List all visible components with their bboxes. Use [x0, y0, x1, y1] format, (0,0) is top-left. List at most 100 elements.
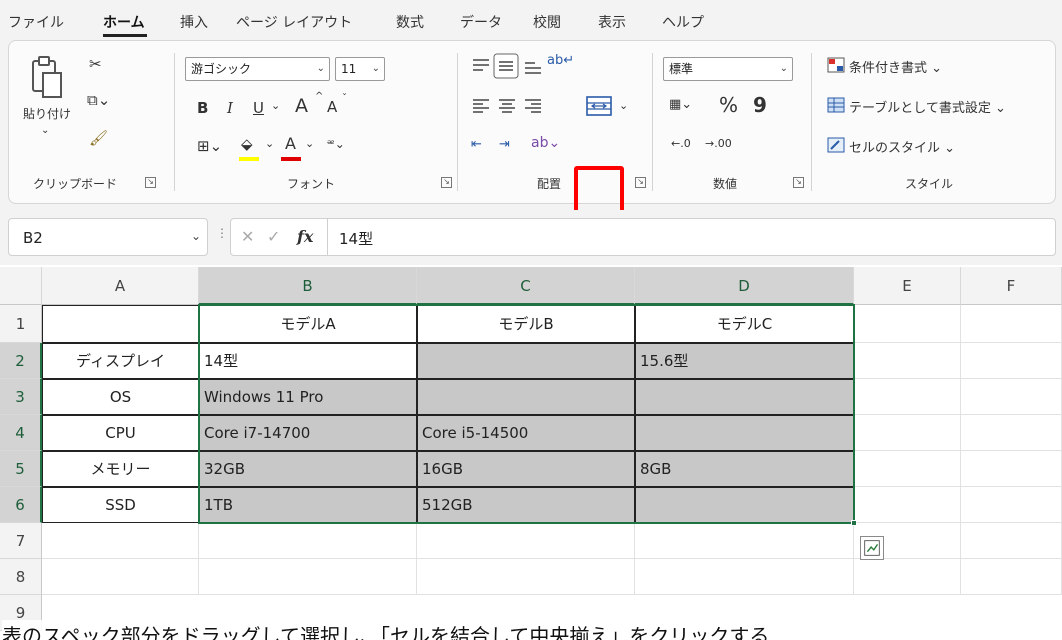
row-header-3[interactable]: 3 — [0, 379, 42, 415]
tab-file[interactable]: ファイル — [8, 12, 64, 32]
cell-d5[interactable]: 8GB — [635, 451, 854, 487]
row-header-6[interactable]: 6 — [0, 487, 42, 523]
font-size-select[interactable]: 11 ⌄ — [335, 57, 385, 81]
cell-f4[interactable] — [961, 415, 1062, 451]
insert-function-button[interactable]: fx — [297, 227, 313, 246]
paste-dropdown-icon[interactable]: ⌄ — [41, 125, 49, 136]
cell-c8[interactable] — [417, 559, 635, 595]
format-as-table-button[interactable]: テーブルとして書式設定 ⌄ — [849, 97, 1006, 116]
bold-button[interactable]: B — [197, 99, 208, 117]
tab-review[interactable]: 校閲 — [533, 12, 561, 32]
cell-b6[interactable]: 1TB — [199, 487, 417, 523]
column-header-c[interactable]: C — [417, 267, 635, 305]
tab-view[interactable]: 表示 — [598, 12, 626, 32]
percent-button[interactable]: % — [719, 93, 738, 117]
tab-home[interactable]: ホーム — [103, 12, 145, 32]
cell-b1[interactable]: モデルA — [199, 305, 417, 343]
cell-a8[interactable] — [42, 559, 199, 595]
cell-b3[interactable]: Windows 11 Pro — [199, 379, 417, 415]
confirm-icon[interactable]: ✓ — [267, 227, 280, 246]
italic-button[interactable]: I — [227, 99, 233, 117]
cell-f8[interactable] — [961, 559, 1062, 595]
increase-indent-icon[interactable]: ⇥ — [499, 137, 510, 152]
cell-e4[interactable] — [854, 415, 961, 451]
row-header-4[interactable]: 4 — [0, 415, 42, 451]
paste-icon[interactable] — [29, 55, 67, 101]
cell-a1[interactable] — [42, 305, 199, 343]
cell-a6[interactable]: SSD — [42, 487, 199, 523]
align-left-icon[interactable] — [471, 97, 491, 115]
chevron-down-icon[interactable]: ⌄ — [305, 137, 314, 150]
cell-b2-active[interactable]: 14型 — [199, 343, 417, 379]
clipboard-launcher-icon[interactable]: ↘ — [145, 177, 156, 188]
cell-styles-button[interactable]: セルのスタイル ⌄ — [849, 137, 955, 156]
row-header-7[interactable]: 7 — [0, 523, 42, 559]
phonetic-icon[interactable]: ᵆ⌄ — [327, 137, 345, 151]
cell-f6[interactable] — [961, 487, 1062, 523]
cell-c3[interactable] — [417, 379, 635, 415]
orientation-icon[interactable]: ab⌄ — [531, 135, 560, 151]
quick-analysis-icon[interactable] — [860, 536, 884, 560]
cell-f3[interactable] — [961, 379, 1062, 415]
cell-d8[interactable] — [635, 559, 854, 595]
cell-b5[interactable]: 32GB — [199, 451, 417, 487]
fill-color-icon[interactable]: ⬙ — [241, 135, 253, 153]
align-top-icon[interactable] — [471, 57, 491, 75]
increase-decimal-icon[interactable]: ←.0 — [671, 137, 691, 150]
cell-d1[interactable]: モデルC — [635, 305, 854, 343]
cell-e1[interactable] — [854, 305, 961, 343]
cell-c7[interactable] — [417, 523, 635, 559]
merge-dropdown-icon[interactable]: ⌄ — [619, 99, 628, 112]
cancel-icon[interactable]: ✕ — [241, 227, 254, 246]
cell-a4[interactable]: CPU — [42, 415, 199, 451]
cell-c6[interactable]: 512GB — [417, 487, 635, 523]
row-header-2[interactable]: 2 — [0, 343, 42, 379]
format-painter-icon[interactable]: 🖌 — [89, 129, 108, 147]
paste-button-label[interactable]: 貼り付け — [23, 105, 71, 122]
merge-center-icon[interactable] — [585, 95, 613, 117]
row-header-5[interactable]: 5 — [0, 451, 42, 487]
tab-formulas[interactable]: 数式 — [396, 12, 424, 32]
cell-d6[interactable] — [635, 487, 854, 523]
borders-icon[interactable]: ⊞⌄ — [197, 137, 222, 155]
cell-c4[interactable]: Core i5-14500 — [417, 415, 635, 451]
cell-a7[interactable] — [42, 523, 199, 559]
align-bottom-icon[interactable] — [523, 57, 543, 75]
chevron-down-icon[interactable]: ⌄ — [265, 137, 274, 150]
align-middle-icon[interactable] — [493, 53, 519, 79]
fill-handle[interactable] — [851, 520, 857, 526]
cell-e3[interactable] — [854, 379, 961, 415]
font-color-button[interactable]: A — [285, 134, 296, 153]
more-options-icon[interactable]: ⋮ — [216, 226, 228, 240]
column-header-f[interactable]: F — [961, 267, 1062, 305]
underline-button[interactable]: U — [253, 99, 264, 117]
currency-icon[interactable]: ▦⌄ — [669, 97, 692, 112]
cell-f7[interactable] — [961, 523, 1062, 559]
cell-b4[interactable]: Core i7-14700 — [199, 415, 417, 451]
cell-f1[interactable] — [961, 305, 1062, 343]
cell-d4[interactable] — [635, 415, 854, 451]
cell-f5[interactable] — [961, 451, 1062, 487]
cell-b8[interactable] — [199, 559, 417, 595]
column-header-b[interactable]: B — [199, 267, 417, 305]
chevron-down-icon[interactable]: ⌄ — [191, 229, 201, 243]
tab-page-layout[interactable]: ページ レイアウト — [236, 12, 352, 32]
column-header-d[interactable]: D — [635, 267, 854, 305]
formula-input[interactable]: ✕ ✓ fx 14型 — [230, 218, 1056, 256]
cell-a5[interactable]: メモリー — [42, 451, 199, 487]
cell-a3[interactable]: OS — [42, 379, 199, 415]
font-launcher-icon[interactable]: ↘ — [441, 177, 452, 188]
cell-e6[interactable] — [854, 487, 961, 523]
shrink-font-button[interactable]: A — [327, 98, 337, 116]
comma-button[interactable]: 9 — [753, 93, 767, 117]
cell-c1[interactable]: モデルB — [417, 305, 635, 343]
wrap-text-icon[interactable]: ab↵ — [547, 53, 574, 68]
name-box[interactable]: B2 ⌄ — [8, 218, 208, 256]
grow-font-button[interactable]: A — [295, 95, 308, 117]
tab-insert[interactable]: 挿入 — [180, 12, 208, 32]
cell-a2[interactable]: ディスプレイ — [42, 343, 199, 379]
row-header-1[interactable]: 1 — [0, 305, 42, 343]
number-launcher-icon[interactable]: ↘ — [793, 177, 804, 188]
cut-icon[interactable]: ✂ — [89, 55, 102, 73]
align-right-icon[interactable] — [523, 97, 543, 115]
